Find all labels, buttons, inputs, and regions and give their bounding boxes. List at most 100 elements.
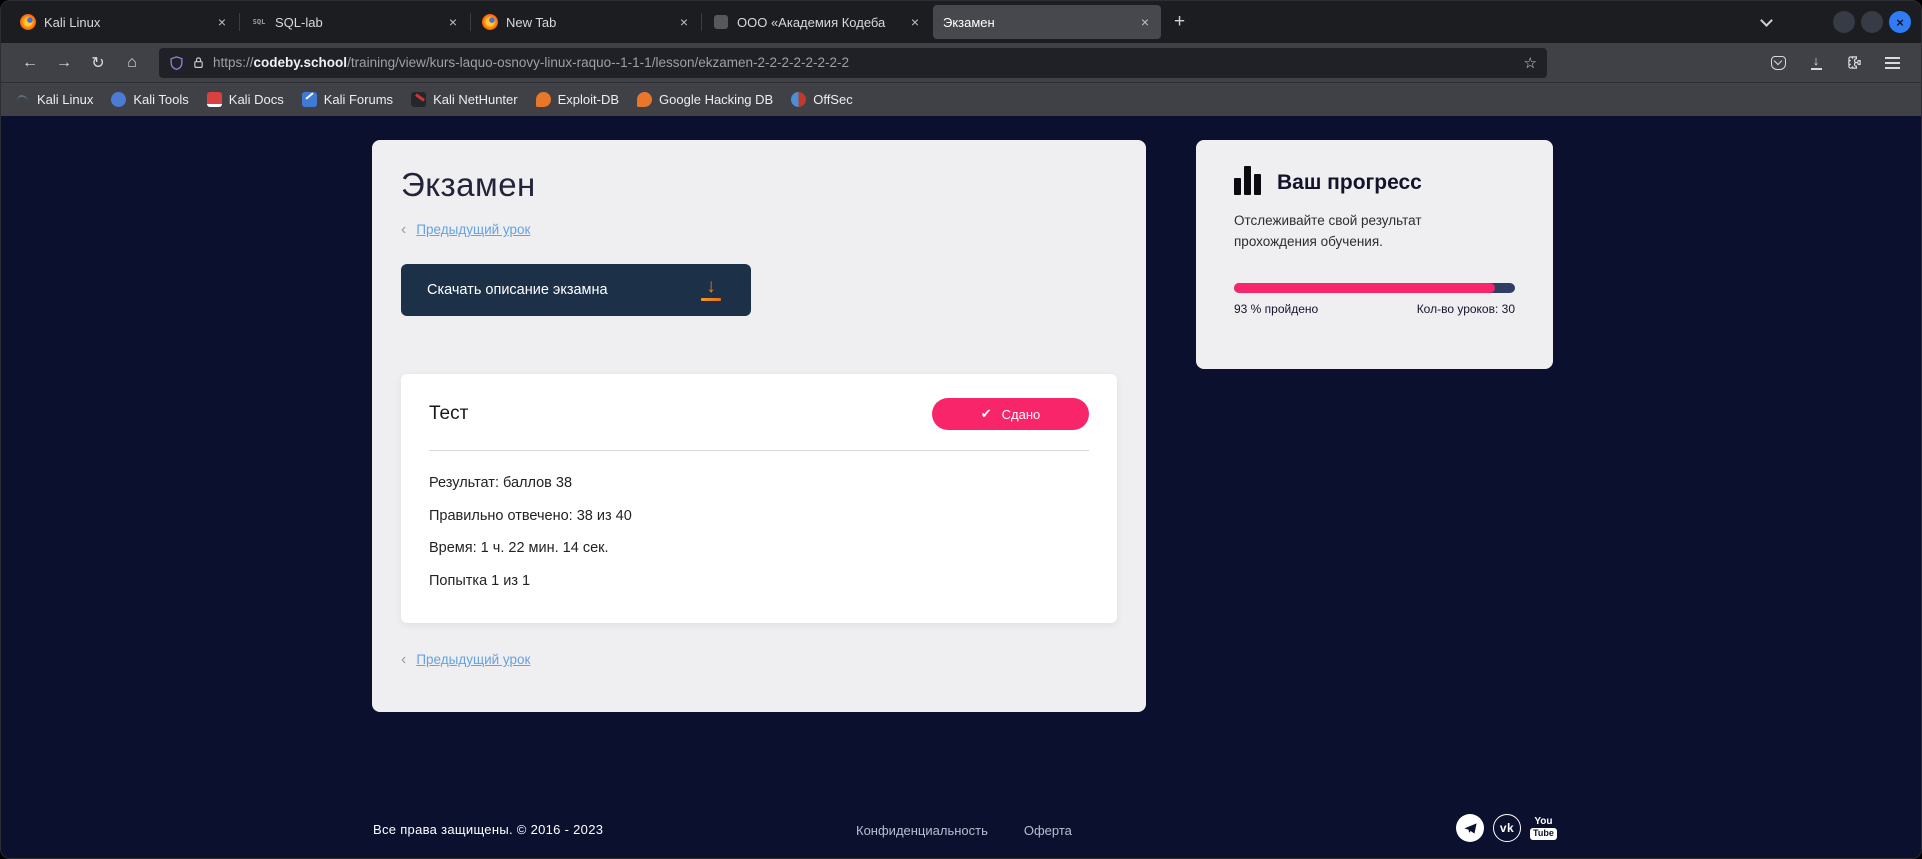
bookmark-label: Kali Forums: [324, 92, 393, 107]
tab-title: Экзамен: [943, 15, 1131, 30]
result-score: Результат: баллов 38: [429, 475, 1089, 491]
bookmarks-bar: Kali Linux Kali Tools Kali Docs Kali For…: [1, 83, 1921, 116]
passed-badge[interactable]: ✔ Сдано: [932, 398, 1089, 430]
bookmark-exploit-db[interactable]: Exploit-DB: [536, 92, 619, 107]
bookmark-kali-tools[interactable]: Kali Tools: [111, 92, 188, 107]
exam-card: Экзамен ‹ Предыдущий урок Скачать описан…: [372, 140, 1146, 712]
lessons-count-label: Кол-во уроков: 30: [1417, 302, 1515, 316]
navigation-toolbar: ← → ↻ ⌂ https://codeby.school/training/v…: [1, 43, 1921, 83]
bookmark-kali-docs[interactable]: Kali Docs: [207, 92, 284, 107]
download-button-label: Скачать описание экзамна: [427, 282, 608, 298]
progress-description: Отслеживайте свой результат прохождения …: [1234, 210, 1469, 252]
result-correct: Правильно отвечено: 38 из 40: [429, 508, 1089, 524]
test-title: Тест: [429, 403, 468, 425]
list-all-tabs-chevron-icon[interactable]: [1760, 14, 1773, 27]
bookmark-label: OffSec: [813, 92, 853, 107]
menu-hamburger-icon[interactable]: [1875, 49, 1909, 77]
result-attempt: Попытка 1 из 1: [429, 573, 1089, 589]
tab-bar: Kali Linux × SQL SQL-lab × New Tab × ООО…: [1, 1, 1921, 43]
bookmark-google-hacking-db[interactable]: Google Hacking DB: [637, 92, 773, 107]
firefox-icon: [20, 14, 36, 30]
footer-links: Конфиденциальность Оферта: [856, 823, 1072, 838]
previous-lesson-link-bottom: ‹ Предыдущий урок: [401, 652, 1117, 667]
kali-forums-icon: [302, 92, 317, 107]
tab-close-icon[interactable]: ×: [216, 14, 228, 30]
tab-close-icon[interactable]: ×: [909, 14, 921, 30]
tab-sql-lab[interactable]: SQL SQL-lab ×: [241, 5, 469, 39]
previous-lesson-link-top: ‹ Предыдущий урок: [401, 222, 1117, 237]
telegram-icon[interactable]: [1456, 814, 1484, 842]
check-icon: ✔: [981, 406, 992, 422]
url-path: /training/view/kurs-laquo-osnovy-linux-r…: [347, 55, 849, 70]
bookmark-kali-forums[interactable]: Kali Forums: [302, 92, 393, 107]
forward-icon[interactable]: →: [47, 49, 81, 77]
tab-academy-codeby[interactable]: ООО «Академия Кодеба ×: [703, 5, 931, 39]
extensions-puzzle-icon[interactable]: [1837, 49, 1871, 77]
page-content: Экзамен ‹ Предыдущий урок Скачать описан…: [1, 116, 1921, 859]
tab-close-icon[interactable]: ×: [447, 14, 459, 30]
test-results: Результат: баллов 38 Правильно отвечено:…: [429, 475, 1089, 589]
tab-separator: [239, 13, 240, 31]
tab-close-icon[interactable]: ×: [678, 14, 690, 30]
progress-card: Ваш прогресс Отслеживайте свой результат…: [1196, 140, 1553, 369]
bookmark-kali-linux[interactable]: Kali Linux: [15, 92, 93, 107]
shield-icon[interactable]: [169, 55, 184, 71]
passed-badge-label: Сдано: [1002, 407, 1041, 422]
tab-title: ООО «Академия Кодеба: [737, 15, 901, 30]
sql-favicon-icon: SQL: [251, 14, 267, 30]
bookmark-label: Kali NetHunter: [433, 92, 518, 107]
social-links: vk You Tube: [1456, 814, 1557, 842]
kali-docs-icon: [207, 92, 222, 107]
bookmark-star-icon[interactable]: ☆: [1524, 54, 1537, 72]
bookmark-label: Google Hacking DB: [659, 92, 773, 107]
previous-lesson-link[interactable]: Предыдущий урок: [416, 222, 530, 237]
bookmark-kali-nethunter[interactable]: Kali NetHunter: [411, 92, 518, 107]
chevron-left-icon: ‹: [401, 653, 406, 667]
tab-close-icon[interactable]: ×: [1139, 14, 1151, 30]
tab-title: Kali Linux: [44, 15, 208, 30]
downloads-icon[interactable]: ↓: [1799, 49, 1833, 77]
test-result-card: Тест ✔ Сдано Результат: баллов 38 Правил…: [401, 374, 1117, 623]
tab-new-tab[interactable]: New Tab ×: [472, 5, 700, 39]
progress-percent-label: 93 % пройдено: [1234, 302, 1318, 316]
url-domain: codeby.school: [254, 55, 348, 70]
bookmark-label: Kali Docs: [229, 92, 284, 107]
tab-kali-linux[interactable]: Kali Linux ×: [10, 5, 238, 39]
codeby-favicon-icon: [713, 14, 729, 30]
home-icon[interactable]: ⌂: [115, 49, 149, 77]
kali-nethunter-icon: [411, 92, 426, 107]
bookmark-label: Kali Linux: [37, 92, 93, 107]
maximize-button[interactable]: [1861, 11, 1883, 33]
pocket-icon[interactable]: [1761, 49, 1795, 77]
page-title: Экзамен: [401, 166, 1117, 204]
tab-title: SQL-lab: [275, 15, 439, 30]
privacy-link[interactable]: Конфиденциальность: [856, 823, 988, 838]
new-tab-button[interactable]: +: [1174, 11, 1185, 33]
youtube-icon[interactable]: You Tube: [1530, 817, 1557, 840]
tab-title: New Tab: [506, 15, 670, 30]
reload-icon[interactable]: ↻: [81, 49, 115, 77]
kali-dragon-icon: [15, 92, 30, 107]
tab-ekzamen-active[interactable]: Экзамен ×: [933, 5, 1161, 39]
progress-title: Ваш прогресс: [1277, 171, 1422, 195]
previous-lesson-link[interactable]: Предыдущий урок: [416, 652, 530, 667]
url-bar[interactable]: https://codeby.school/training/view/kurs…: [159, 48, 1547, 78]
bookmark-label: Exploit-DB: [558, 92, 619, 107]
download-exam-description-button[interactable]: Скачать описание экзамна ↓: [401, 264, 751, 316]
tab-separator: [470, 13, 471, 31]
offer-link[interactable]: Оферта: [1024, 823, 1072, 838]
url-text: https://codeby.school/training/view/kurs…: [213, 55, 1516, 70]
back-icon[interactable]: ←: [13, 49, 47, 77]
lock-icon: [192, 55, 205, 70]
vk-icon[interactable]: vk: [1493, 814, 1521, 842]
exploit-db-bird-icon: [536, 92, 551, 107]
bookmark-label: Kali Tools: [133, 92, 188, 107]
copyright-text: Все права защищены. © 2016 - 2023: [373, 822, 603, 837]
tab-separator: [701, 13, 702, 31]
divider: [429, 450, 1089, 451]
bookmark-offsec[interactable]: OffSec: [791, 92, 853, 107]
minimize-button[interactable]: [1833, 11, 1855, 33]
progress-bar: [1234, 283, 1515, 293]
close-window-button[interactable]: ×: [1889, 11, 1911, 33]
progress-fill: [1234, 283, 1495, 293]
